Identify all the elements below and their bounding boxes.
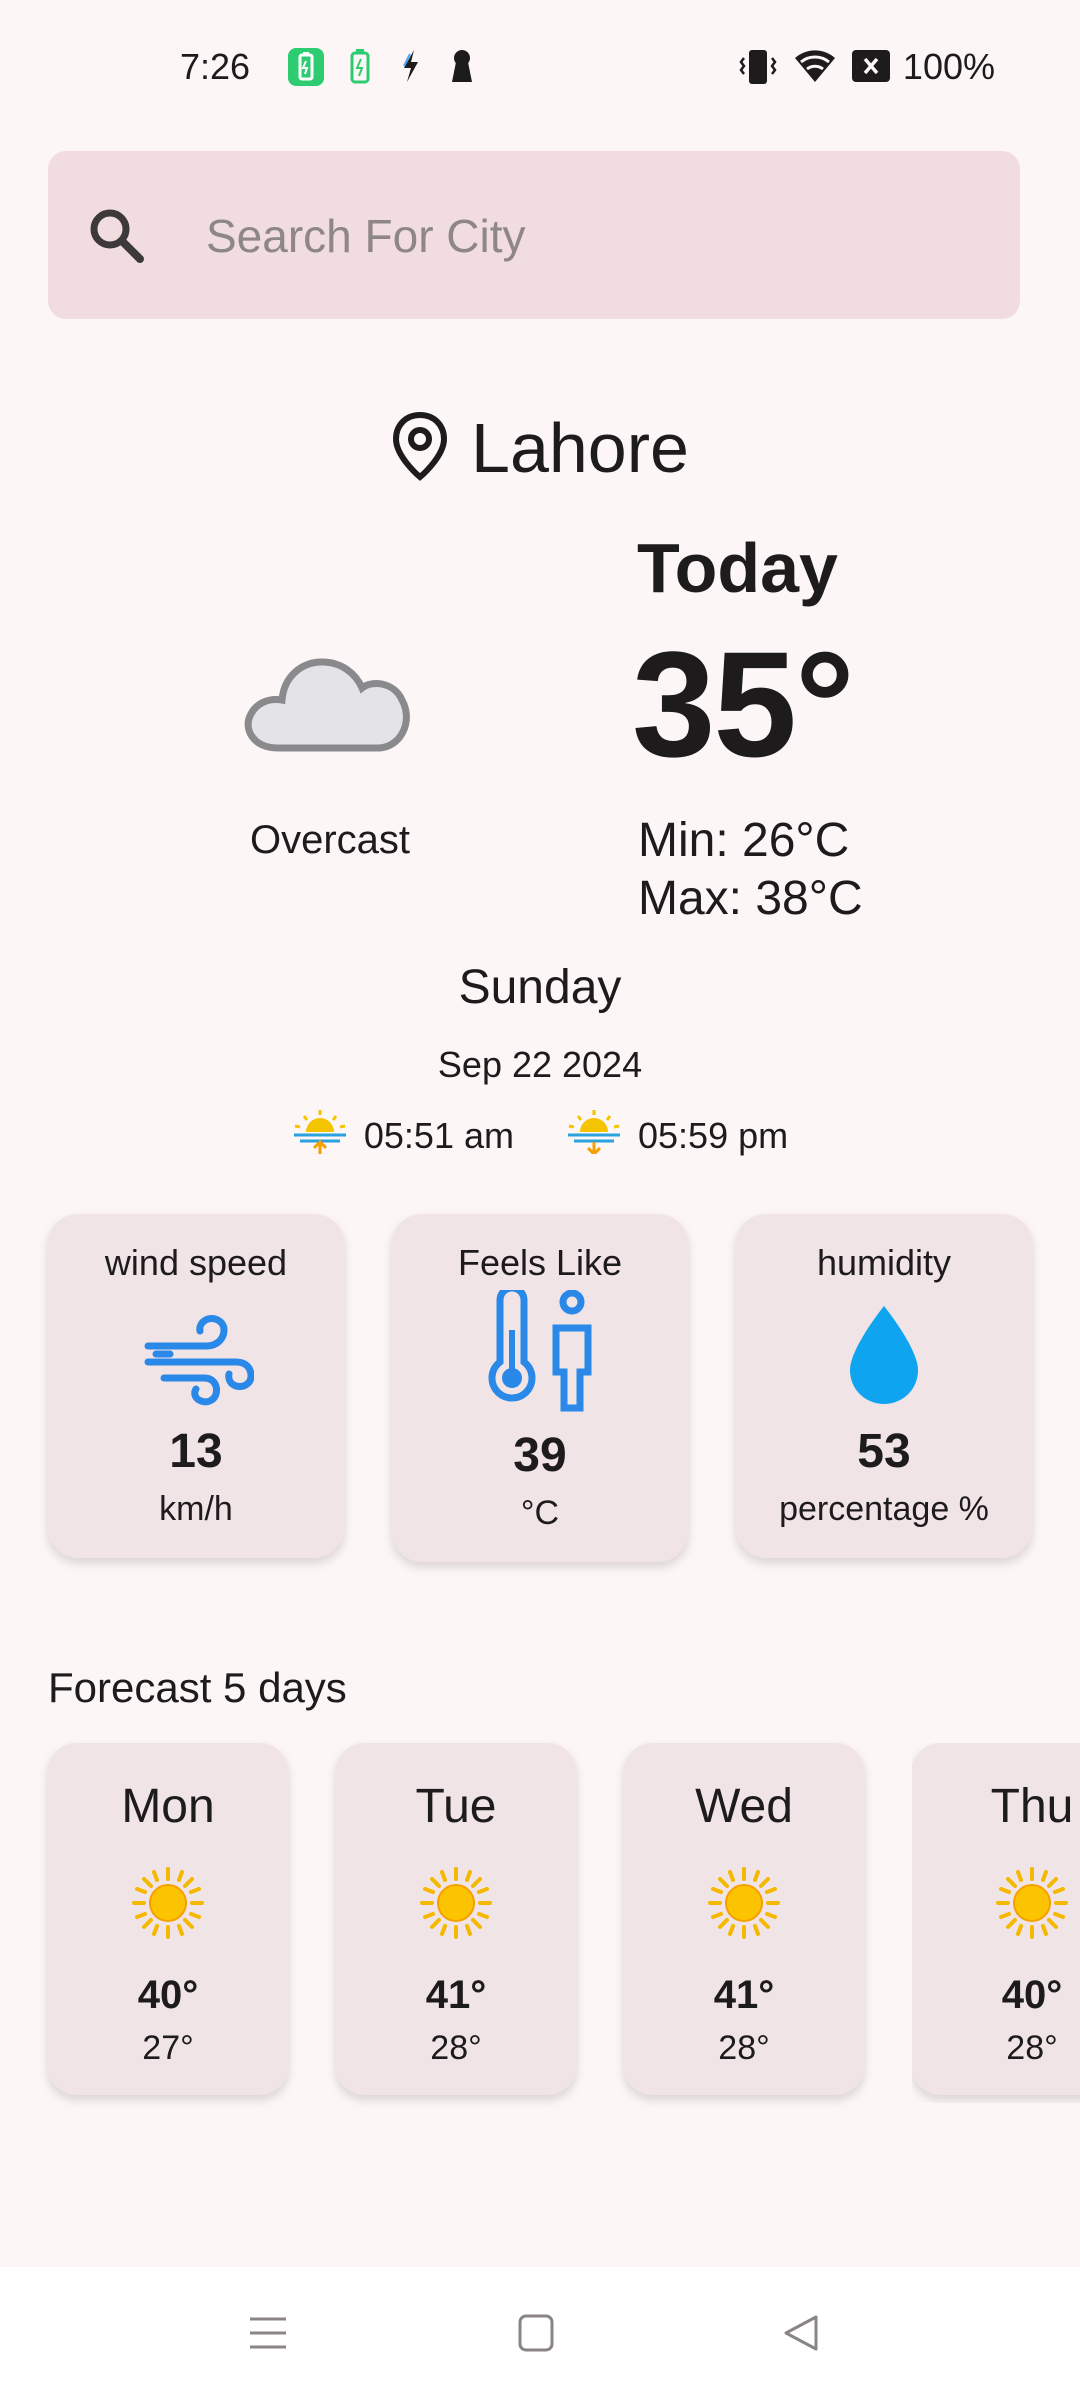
- sunset-icon: [566, 1108, 622, 1163]
- thermometer-person-icon: [480, 1284, 600, 1417]
- city-name: Lahore: [471, 409, 689, 487]
- search-icon[interactable]: [84, 203, 148, 272]
- cloud-icon: [238, 630, 418, 765]
- humidity-unit: percentage %: [779, 1490, 989, 1528]
- location-pin-icon: [391, 411, 449, 486]
- forecast-card-thu[interactable]: Thu 40° 28°: [912, 1743, 1080, 2095]
- sunrise: 05:51 am: [292, 1108, 514, 1163]
- wind-speed-unit: km/h: [159, 1490, 233, 1528]
- today-label: Today: [637, 529, 838, 607]
- forecast-card-wed[interactable]: Wed 41° 28°: [624, 1743, 864, 2095]
- no-sim-icon: [852, 48, 890, 89]
- forecast-card-tue[interactable]: Tue 41° 28°: [336, 1743, 576, 2095]
- forecast-low: 28°: [430, 2029, 482, 2067]
- min-temperature: Min: 26°C: [638, 814, 850, 867]
- sunrise-time: 05:51 am: [363, 1114, 514, 1156]
- bolt-icon: [400, 48, 422, 89]
- wind-icon: [144, 1314, 255, 1411]
- forecast-low: 28°: [718, 2029, 770, 2067]
- search-bar[interactable]: [48, 151, 1020, 319]
- humidity-value: 53: [857, 1425, 911, 1478]
- current-temperature: 35°: [632, 620, 855, 788]
- wind-speed-value: 13: [169, 1425, 223, 1478]
- wind-speed-card: wind speed 13 km/h: [48, 1214, 344, 1558]
- forecast-title: Forecast 5 days: [48, 1664, 347, 1711]
- sunset-time: 05:59 pm: [638, 1114, 789, 1156]
- sunrise-icon: [292, 1108, 348, 1163]
- forecast-day: Mon: [121, 1780, 215, 1833]
- card-title: humidity: [816, 1242, 952, 1283]
- humidity-card: humidity 53 percentage %: [736, 1214, 1032, 1558]
- card-title: Feels Like: [457, 1242, 623, 1283]
- forecast-day: Tue: [415, 1780, 497, 1833]
- day-name: Sunday: [458, 961, 622, 1014]
- system-navigation-bar: [0, 2267, 1080, 2400]
- forecast-card-mon[interactable]: Mon 40° 27°: [48, 1743, 288, 2095]
- recents-menu-icon[interactable]: [248, 2313, 288, 2358]
- location-header: Lahore: [0, 408, 1080, 488]
- forecast-high: 41°: [425, 1973, 487, 2017]
- date-label: Sep 22 2024: [437, 1044, 643, 1085]
- feels-like-card: Feels Like 39 °C: [392, 1214, 688, 1562]
- home-square-icon[interactable]: [517, 2313, 555, 2358]
- card-title: wind speed: [104, 1242, 288, 1283]
- search-input[interactable]: [204, 201, 968, 271]
- battery-saver-icon: [288, 48, 324, 91]
- forecast-day: Thu: [990, 1780, 1074, 1833]
- forecast-day: Wed: [695, 1780, 793, 1833]
- vibrate-icon: [738, 48, 778, 91]
- sun-icon: [132, 1867, 204, 1944]
- feels-like-value: 39: [513, 1429, 567, 1482]
- forecast-low: 28°: [1006, 2029, 1058, 2067]
- forecast-low: 27°: [142, 2029, 194, 2067]
- forecast-scroll-clip: Thu 40° 28°: [912, 1743, 1080, 2103]
- sun-icon: [708, 1867, 780, 1944]
- charging-icon: [350, 48, 370, 89]
- back-triangle-icon[interactable]: [782, 2313, 820, 2358]
- sun-icon: [996, 1867, 1068, 1944]
- sun-icon: [420, 1867, 492, 1944]
- water-drop-icon: [846, 1302, 922, 1411]
- keyhole-icon: [450, 48, 474, 89]
- status-bar: 7:26 100%: [0, 0, 1080, 140]
- status-time: 7:26: [180, 46, 251, 87]
- forecast-high: 40°: [137, 1973, 199, 2017]
- sunset: 05:59 pm: [566, 1108, 788, 1163]
- max-temperature: Max: 38°C: [638, 872, 863, 925]
- min-max-temperature: Min: 26°C Max: 38°C: [638, 812, 863, 928]
- feels-like-unit: °C: [520, 1494, 560, 1532]
- forecast-high: 40°: [1001, 1973, 1063, 2017]
- forecast-high: 41°: [713, 1973, 775, 2017]
- battery-percentage: 100%: [902, 46, 995, 87]
- wifi-icon: [793, 48, 837, 89]
- weather-condition: Overcast: [249, 818, 411, 862]
- sun-times: 05:51 am 05:59 pm: [0, 1108, 1080, 1163]
